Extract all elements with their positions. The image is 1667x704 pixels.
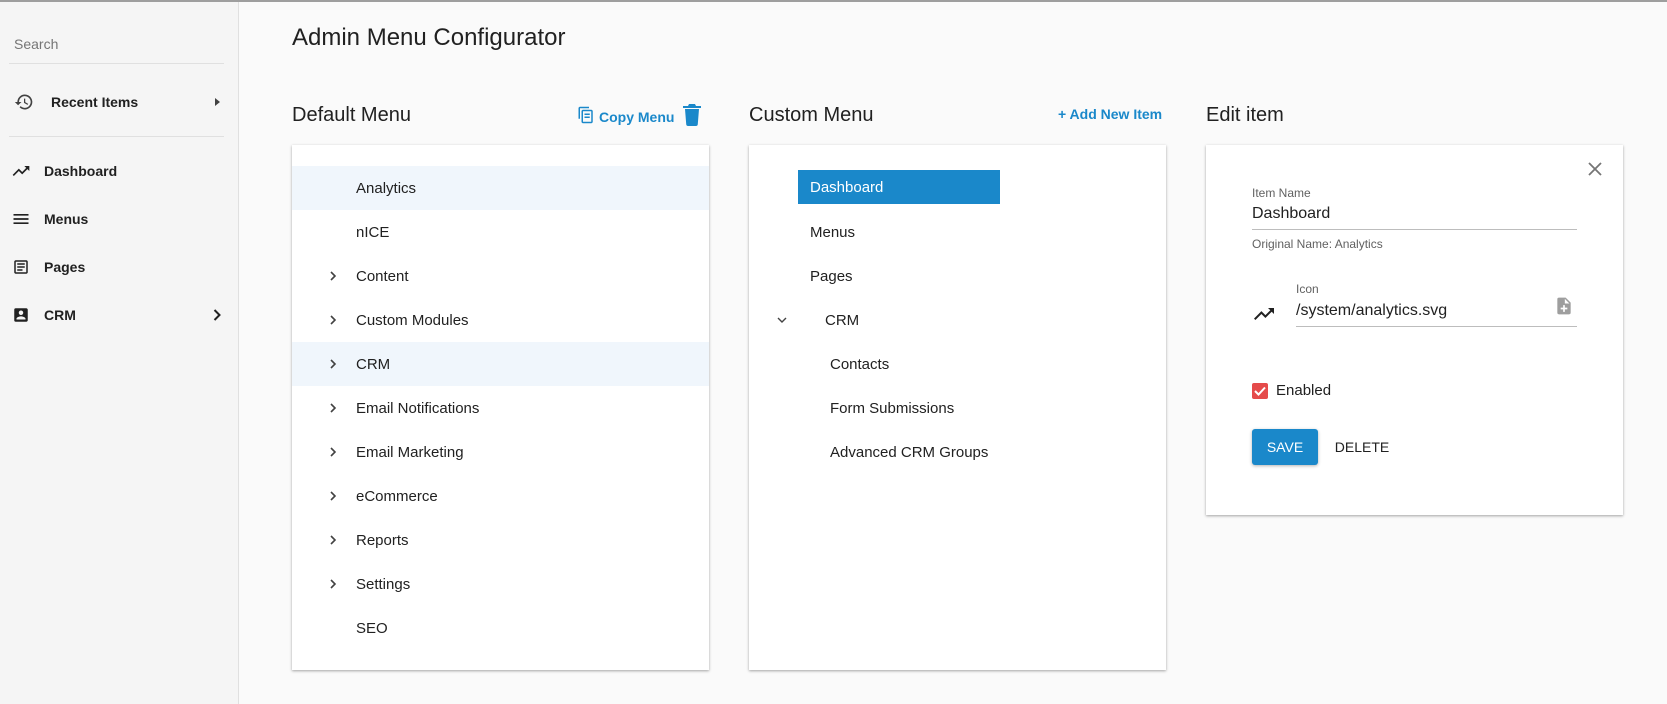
custom-menu-item-pages[interactable]: Pages — [749, 254, 1166, 298]
sidebar-item-recent[interactable]: Recent Items — [0, 82, 239, 122]
tree-item-label: Email Notifications — [356, 399, 480, 417]
trending-up-icon — [1252, 302, 1276, 331]
chevron-right-icon[interactable] — [326, 533, 340, 547]
custom-menu-item-dashboard[interactable]: Dashboard — [798, 170, 1000, 204]
chevron-right-icon — [211, 309, 223, 321]
tree-item-label: eCommerce — [356, 487, 438, 505]
custom-menu-item-crm[interactable]: CRM — [749, 298, 1166, 342]
default-menu-item-custom-modules[interactable]: Custom Modules — [292, 298, 709, 342]
default-menu-item-crm[interactable]: CRM — [292, 342, 709, 386]
default-menu-item-settings[interactable]: Settings — [292, 562, 709, 606]
tree-item-label: Reports — [356, 531, 409, 549]
sidebar-item-menus[interactable]: Menus — [0, 199, 239, 239]
add-file-icon[interactable] — [1554, 295, 1574, 322]
add-new-item-label: + Add New Item — [1058, 106, 1163, 122]
chevron-right-icon[interactable] — [326, 489, 340, 503]
tree-item-label: Analytics — [356, 179, 417, 197]
item-name-label: Item Name — [1252, 186, 1311, 200]
chevron-down-icon[interactable] — [775, 313, 789, 327]
sidebar-divider — [9, 136, 224, 137]
search-input[interactable] — [14, 36, 224, 52]
default-menu-item-email-notifications[interactable]: Email Notifications — [292, 386, 709, 430]
chevron-right-icon[interactable] — [326, 401, 340, 415]
trending-up-icon — [11, 161, 31, 181]
tree-item-label: Custom Modules — [356, 311, 469, 329]
custom-menu-item-form-submissions[interactable]: Form Submissions — [749, 386, 1166, 430]
copy-menu-label: Copy Menu — [599, 108, 675, 125]
sidebar-item-crm[interactable]: CRM — [0, 295, 239, 335]
tree-item-label: Form Submissions — [830, 399, 955, 417]
copy-menu-button[interactable]: Copy Menu — [577, 106, 674, 127]
contact-card-icon — [11, 305, 31, 325]
sidebar-item-label: Menus — [44, 211, 89, 227]
enabled-checkbox[interactable] — [1252, 383, 1268, 399]
chevron-right-icon[interactable] — [326, 357, 340, 371]
default-menu-item-email-marketing[interactable]: Email Marketing — [292, 430, 709, 474]
tree-item-label: CRM — [825, 311, 860, 329]
tree-item-label: Menus — [810, 223, 856, 241]
page-title: Admin Menu Configurator — [292, 24, 566, 51]
custom-menu-title: Custom Menu — [749, 104, 874, 126]
chevron-right-icon[interactable] — [326, 445, 340, 459]
sidebar: Recent Items Dashboard Menus Pages CRM — [0, 2, 239, 704]
sidebar-divider — [9, 63, 224, 64]
default-menu-item-reports[interactable]: Reports — [292, 518, 709, 562]
default-menu-item-seo[interactable]: SEO — [292, 606, 709, 650]
tree-item-label: Contacts — [830, 355, 890, 373]
save-button[interactable]: SAVE — [1252, 429, 1318, 465]
edit-item-panel: Item Name Original Name: Analytics Icon … — [1206, 145, 1623, 515]
default-menu-item-content[interactable]: Content — [292, 254, 709, 298]
custom-menu-item-advanced-crm-groups[interactable]: Advanced CRM Groups — [749, 430, 1166, 474]
default-menu-item-ecommerce[interactable]: eCommerce — [292, 474, 709, 518]
chevron-right-icon[interactable] — [326, 313, 340, 327]
default-menu-panel: Analytics nICE Content Custom Modules CR… — [292, 145, 709, 670]
tree-item-label: Content — [356, 267, 409, 285]
chevron-right-icon[interactable] — [326, 577, 340, 591]
sidebar-item-label: Pages — [44, 259, 86, 275]
menu-icon — [11, 209, 31, 229]
default-menu-title: Default Menu — [292, 104, 411, 126]
default-menu-item-analytics[interactable]: Analytics — [292, 166, 709, 210]
sidebar-item-label: Recent Items — [51, 94, 139, 110]
default-menu-item-nice[interactable]: nICE — [292, 210, 709, 254]
page-icon — [11, 257, 31, 277]
tree-item-label: CRM — [356, 355, 391, 373]
tree-item-label: Dashboard — [810, 178, 884, 196]
trash-icon — [683, 104, 701, 129]
edit-item-title: Edit item — [1206, 104, 1284, 126]
sidebar-item-label: Dashboard — [44, 163, 118, 179]
enabled-label: Enabled — [1276, 382, 1332, 399]
item-name-field[interactable] — [1252, 205, 1577, 230]
icon-path-field[interactable] — [1296, 302, 1577, 327]
tree-item-label: nICE — [356, 223, 390, 241]
sidebar-item-label: CRM — [44, 307, 76, 323]
trash-button[interactable] — [683, 104, 701, 129]
custom-menu-item-contacts[interactable]: Contacts — [749, 342, 1166, 386]
custom-menu-panel: Dashboard Menus Pages CRM Contacts Form … — [749, 145, 1166, 670]
sidebar-item-pages[interactable]: Pages — [0, 247, 239, 287]
tree-item-label: Settings — [356, 575, 411, 593]
original-name-helper: Original Name: Analytics — [1252, 237, 1383, 251]
tree-item-label: Email Marketing — [356, 443, 464, 461]
chevron-right-icon[interactable] — [326, 269, 340, 283]
custom-menu-item-menus[interactable]: Menus — [749, 210, 1166, 254]
tree-item-label: SEO — [356, 619, 388, 637]
history-icon — [14, 92, 34, 112]
close-icon[interactable] — [1587, 161, 1603, 177]
tree-item-label: Advanced CRM Groups — [830, 443, 989, 461]
tree-item-label: Pages — [810, 267, 853, 285]
icon-label: Icon — [1296, 282, 1319, 296]
caret-right-icon — [211, 96, 223, 108]
copy-icon — [577, 106, 595, 127]
delete-button[interactable]: DELETE — [1326, 429, 1398, 465]
sidebar-item-dashboard[interactable]: Dashboard — [0, 151, 239, 191]
add-new-item-button[interactable]: + Add New Item — [1058, 106, 1162, 122]
